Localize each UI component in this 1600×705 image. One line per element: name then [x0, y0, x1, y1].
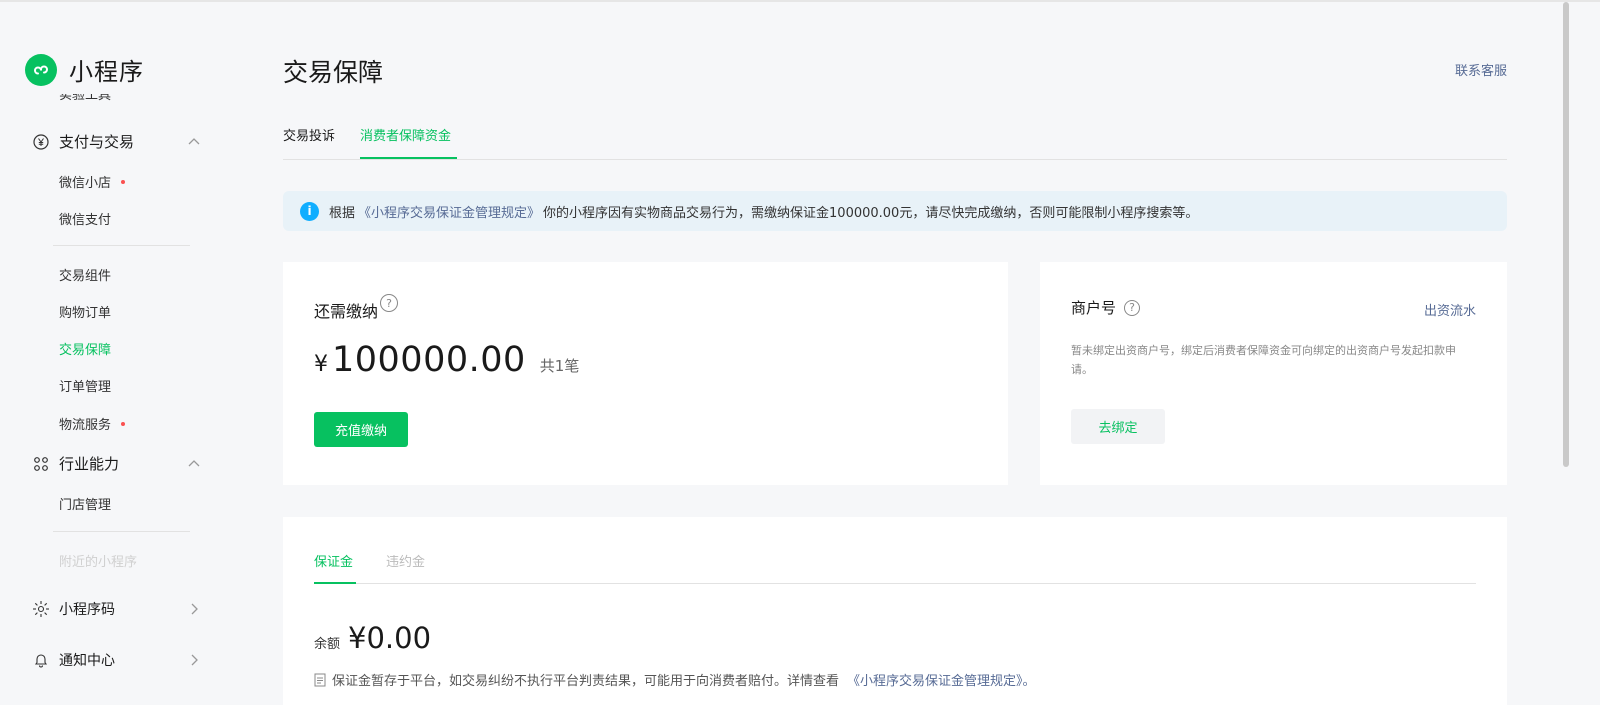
deposit-footnote: 保证金暂存于平台，如交易纠纷不执行平台判责结果，可能用于向消费者赔付。详情查看 … [314, 670, 1036, 689]
chevron-right-icon [186, 652, 202, 668]
merchant-label: 商户号 [1071, 299, 1117, 317]
tab-penalty[interactable]: 违约金 [386, 551, 425, 570]
funding-flow-link[interactable]: 出资流水 [1424, 300, 1476, 319]
sidebar-item-label: 订单管理 [59, 380, 112, 395]
merchant-description: 暂未绑定出资商户号，绑定后消费者保障资金可向绑定的出资商户号发起扣款申请。 [1071, 344, 1456, 376]
question-circle-icon[interactable]: ? [1124, 299, 1141, 316]
tab-trade-complaint[interactable]: 交易投诉 [283, 125, 335, 144]
document-icon [314, 673, 326, 687]
footnote-regulation-link[interactable]: 《小程序交易保证金管理规定》。 [847, 670, 1036, 689]
red-dot-badge [121, 421, 126, 426]
chevron-up-icon [186, 456, 202, 472]
merchant-card: 商户号 ? 出资流水 暂未绑定出资商户号，绑定后消费者保障资金可向绑定的出资商户… [1040, 262, 1507, 485]
active-subtab-indicator [314, 582, 356, 584]
nodes-icon [32, 455, 50, 473]
bell-icon [32, 651, 50, 669]
sidebar-item-label: 微信支付 [59, 213, 112, 228]
sidebar-item-logistics[interactable]: 物流服务 [59, 414, 126, 433]
sidebar-item-order-manage[interactable]: 订单管理 [59, 376, 111, 395]
due-amount-card: 还需缴纳 ? ¥ 100000.00 共1笔 充值缴纳 [283, 262, 1008, 485]
sidebar-item-label: 物流服务 [59, 418, 112, 433]
sidebar-item-weixin-pay[interactable]: 微信支付 [59, 209, 111, 228]
info-icon: i [300, 201, 319, 221]
app-logo[interactable]: 小程序 [25, 52, 144, 87]
sidebar-item-label: 购物订单 [59, 306, 112, 321]
sidebar-divider [53, 531, 190, 532]
yen-circle-icon [32, 133, 50, 151]
sidebar-group-qrcode[interactable]: 小程序码 [32, 599, 202, 619]
sidebar-item-label: 交易组件 [59, 269, 112, 284]
sidebar-item-label: 微信小店 [59, 176, 112, 191]
sidebar-group-label: 通知中心 [59, 653, 115, 669]
due-amount: ¥ 100000.00 共1笔 [314, 340, 579, 380]
question-circle-icon[interactable]: ? [380, 294, 399, 312]
notice-regulation-link[interactable]: 《小程序交易保证金管理规定》 [358, 202, 540, 221]
chevron-up-icon [186, 134, 202, 150]
sidebar-item-store-manage[interactable]: 门店管理 [59, 494, 111, 513]
app-name: 小程序 [69, 58, 144, 86]
due-count: 共1笔 [539, 357, 580, 375]
miniprogram-logo-icon [25, 53, 57, 86]
sidebar-item-nearby[interactable]: 附近的小程序 [59, 551, 137, 570]
sidebar-group-label: 小程序码 [59, 602, 115, 618]
contact-support-link[interactable]: 联系客服 [1455, 60, 1507, 79]
notice-prefix: 根据 [329, 205, 356, 221]
footnote-text: 保证金暂存于平台，如交易纠纷不执行平台判责结果，可能用于向消费者赔付。详情查看 [332, 674, 840, 689]
sidebar-divider [53, 245, 190, 246]
red-dot-badge [121, 179, 126, 184]
recharge-pay-button[interactable]: 充值缴纳 [314, 412, 408, 447]
tab-deposit[interactable]: 保证金 [314, 551, 353, 570]
sidebar-group-industry[interactable]: 行业能力 [32, 453, 202, 474]
sidebar-group-label: 行业能力 [59, 455, 120, 473]
chevron-right-icon [186, 601, 202, 617]
due-label: 还需缴纳 [314, 302, 379, 321]
sidebar-item-shopping-order[interactable]: 购物订单 [59, 302, 111, 321]
sidebar-item-cut[interactable]: 实验工具 [59, 94, 111, 104]
sidebar-group-payment[interactable]: 支付与交易 [32, 131, 202, 152]
sidebar-group-label: 支付与交易 [59, 133, 135, 151]
page-title: 交易保障 [283, 58, 384, 87]
main-tabs: 交易投诉 消费者保障资金 [283, 120, 1507, 160]
sidebar: 小程序 实验工具 支付与交易 微信小店 微信支付 交易组件 购物订单 交易保障 … [0, 2, 240, 705]
merchant-label-row: 商户号 ? [1071, 297, 1141, 318]
sidebar-item-trade-component[interactable]: 交易组件 [59, 265, 111, 284]
notice-banner: i 根据 《小程序交易保证金管理规定》 你的小程序因有实物商品交易行为，需缴纳保… [283, 191, 1507, 231]
sidebar-group-notify[interactable]: 通知中心 [32, 650, 202, 670]
balance-label: 余额 [314, 637, 341, 652]
page-scrollbar[interactable] [1563, 2, 1569, 467]
sidebar-item-label: 交易保障 [59, 343, 112, 358]
balance-row: 余额 ¥0.00 [314, 621, 431, 655]
notice-text: 你的小程序因有实物商品交易行为，需缴纳保证金100000.00元，请尽快完成缴纳… [543, 205, 1199, 221]
balance-value: ¥0.00 [348, 621, 432, 655]
deposit-card: 保证金 违约金 余额 ¥0.00 保证金暂存于平台，如交易纠纷不执行平台判责结果… [283, 517, 1507, 705]
tab-consumer-guarantee[interactable]: 消费者保障资金 [360, 125, 451, 144]
sidebar-item-weixin-shop[interactable]: 微信小店 [59, 172, 126, 191]
due-label-row: 还需缴纳 ? [314, 294, 399, 322]
currency-symbol: ¥ [314, 352, 328, 377]
active-tab-indicator [360, 157, 457, 159]
deposit-tabs: 保证金 违约金 [314, 548, 1476, 584]
sidebar-item-trade-guarantee[interactable]: 交易保障 [59, 339, 111, 358]
sun-code-icon [32, 600, 50, 618]
top-border [0, 0, 1600, 2]
due-amount-value: 100000.00 [332, 340, 526, 380]
sidebar-item-label: 门店管理 [59, 498, 112, 513]
bind-button[interactable]: 去绑定 [1071, 409, 1165, 444]
